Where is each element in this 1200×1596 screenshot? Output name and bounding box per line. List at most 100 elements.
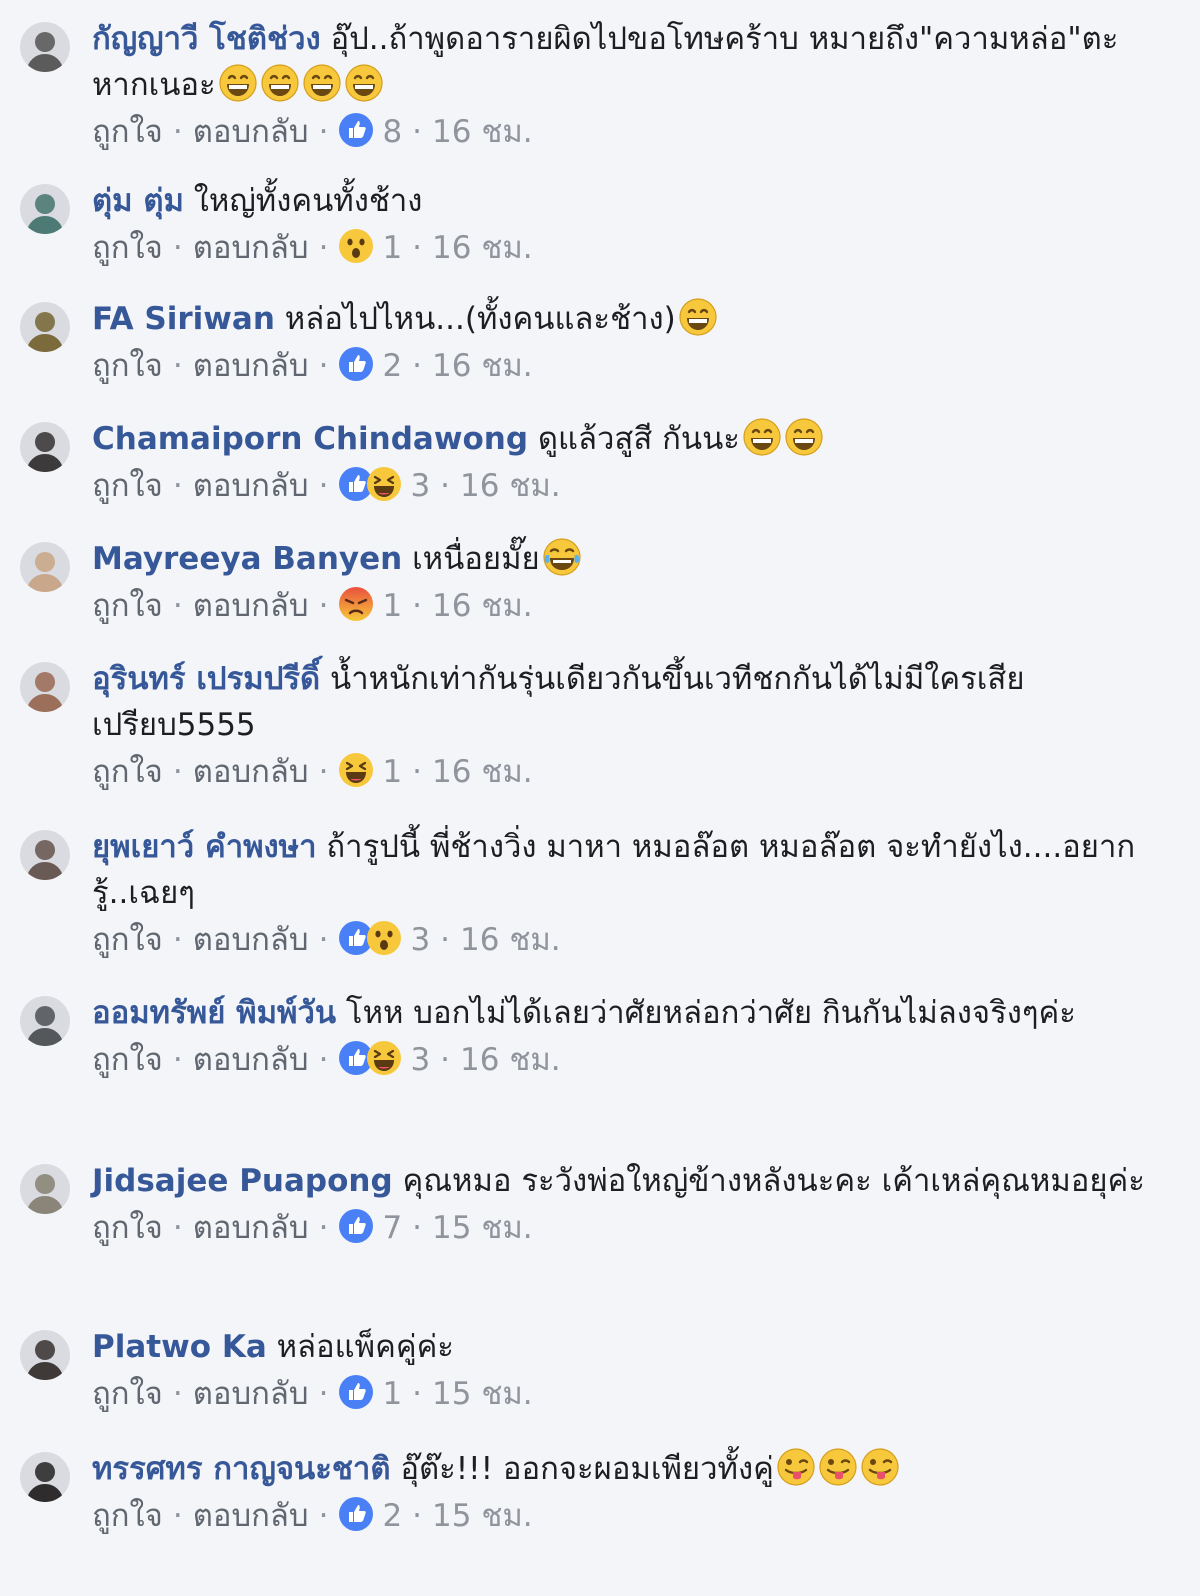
comment-message: อุ๊ต๊ะ!!! ออกจะผอมเพียวทั้งคู่ <box>400 1451 774 1487</box>
comment-body: อุรินทร์ เปรมปรีดิ์ น้ำหนักเท่ากันรุ่นเด… <box>92 656 1172 794</box>
avatar[interactable] <box>20 1164 70 1214</box>
comment-author[interactable]: อุรินทร์ เปรมปรีดิ์ <box>92 661 320 697</box>
like-link[interactable]: ถูกใจ <box>92 1376 163 1412</box>
reaction-count[interactable]: 1 <box>382 230 402 266</box>
avatar[interactable] <box>20 1452 70 1502</box>
avatar[interactable] <box>20 830 70 880</box>
like-link[interactable]: ถูกใจ <box>92 1498 163 1534</box>
comment-text: ยุพเยาว์ คำพงษา ถ้ารูปนี้ พี่ช้างวิ่ง มา… <box>92 824 1172 916</box>
comment-author[interactable]: ทรรศทร กาญจนะชาติ <box>92 1451 390 1487</box>
comment-author[interactable]: ออมทรัพย์ พิมพ์วัน <box>92 995 336 1031</box>
reply-link[interactable]: ตอบกลับ <box>193 588 309 624</box>
reply-link[interactable]: ตอบกลับ <box>193 1042 309 1078</box>
separator-dot: · <box>172 1376 183 1412</box>
reply-link[interactable]: ตอบกลับ <box>193 922 309 958</box>
comment-message: คุณหมอ ระวังพ่อใหญ่ข้างหลังนะคะ เค้าเหล่… <box>402 1163 1145 1199</box>
reaction-count[interactable]: 1 <box>382 1376 402 1412</box>
comment-author[interactable]: FA Siriwan <box>92 301 275 337</box>
comment-text: FA Siriwan หล่อไปไหน...(ทั้งคนและช้าง) <box>92 296 1172 342</box>
separator-dot: · <box>172 922 183 958</box>
comment-body: ยุพเยาว์ คำพงษา ถ้ารูปนี้ พี่ช้างวิ่ง มา… <box>92 824 1172 962</box>
comment-author[interactable]: Mayreeya Banyen <box>92 541 402 577</box>
comment-author[interactable]: Platwo Ka <box>92 1329 267 1365</box>
separator-dot: · <box>412 1376 423 1412</box>
reply-link[interactable]: ตอบกลับ <box>193 468 309 504</box>
comment-timestamp[interactable]: 15 ชม. <box>432 1210 533 1246</box>
like-link[interactable]: ถูกใจ <box>92 922 163 958</box>
like-reaction-icon[interactable] <box>338 112 374 148</box>
reaction-count[interactable]: 3 <box>410 922 430 958</box>
reply-link[interactable]: ตอบกลับ <box>193 1210 309 1246</box>
comment-text: Platwo Ka หล่อแพ็คคู่ค่ะ <box>92 1324 1172 1370</box>
reply-link[interactable]: ตอบกลับ <box>193 1498 309 1534</box>
reaction-count[interactable]: 3 <box>410 1042 430 1078</box>
avatar[interactable] <box>20 422 70 472</box>
comment-timestamp[interactable]: 15 ชม. <box>432 1498 533 1534</box>
like-link[interactable]: ถูกใจ <box>92 754 163 790</box>
separator-dot: · <box>412 230 423 266</box>
comment-text: ตุ่ม ตุ่ม ใหญ่ทั้งคนทั้งช้าง <box>92 178 1172 224</box>
reply-link[interactable]: ตอบกลับ <box>193 1376 309 1412</box>
reaction-count[interactable]: 7 <box>382 1210 402 1246</box>
comment-text: ออมทรัพย์ พิมพ์วัน โหห บอกไม่ได้เลยว่าศั… <box>92 990 1172 1036</box>
like-link[interactable]: ถูกใจ <box>92 114 163 150</box>
like-reaction-icon[interactable] <box>338 1374 374 1410</box>
comment-actions: ถูกใจ · ตอบกลับ · 2 · 16 ชม. <box>92 344 1172 388</box>
like-link[interactable]: ถูกใจ <box>92 348 163 384</box>
comment-author[interactable]: ยุพเยาว์ คำพงษา <box>92 829 317 865</box>
comment-timestamp[interactable]: 16 ชม. <box>432 754 533 790</box>
like-link[interactable]: ถูกใจ <box>92 1042 163 1078</box>
avatar[interactable] <box>20 1330 70 1380</box>
reply-link[interactable]: ตอบกลับ <box>193 754 309 790</box>
like-link[interactable]: ถูกใจ <box>92 588 163 624</box>
like-link[interactable]: ถูกใจ <box>92 1210 163 1246</box>
wow-reaction-icon[interactable] <box>338 228 374 264</box>
avatar[interactable] <box>20 302 70 352</box>
avatar[interactable] <box>20 542 70 592</box>
tongue-wink-emoji <box>818 1447 858 1487</box>
haha-reaction-icon[interactable] <box>366 466 402 502</box>
separator-dot: · <box>440 1042 451 1078</box>
reaction-count[interactable]: 2 <box>382 1498 402 1534</box>
comment-list: กัญญาวี โชติช่วง อุ๊ป..ถ้าพูดอารายผิดไปข… <box>0 0 1200 1596</box>
like-reaction-icon[interactable] <box>338 1496 374 1532</box>
haha-reaction-icon[interactable] <box>338 752 374 788</box>
avatar[interactable] <box>20 184 70 234</box>
comment-actions: ถูกใจ · ตอบกลับ · 3 · 16 ชม. <box>92 1038 1172 1082</box>
comment-author[interactable]: กัญญาวี โชติช่วง <box>92 21 321 57</box>
reaction-count[interactable]: 3 <box>410 468 430 504</box>
reaction-count[interactable]: 8 <box>382 114 402 150</box>
comment-timestamp[interactable]: 16 ชม. <box>432 230 533 266</box>
like-link[interactable]: ถูกใจ <box>92 230 163 266</box>
comment-timestamp[interactable]: 16 ชม. <box>432 588 533 624</box>
like-reaction-icon[interactable] <box>338 1208 374 1244</box>
reply-link[interactable]: ตอบกลับ <box>193 348 309 384</box>
comment-timestamp[interactable]: 15 ชม. <box>432 1376 533 1412</box>
avatar[interactable] <box>20 662 70 712</box>
reaction-count[interactable]: 1 <box>382 754 402 790</box>
reply-link[interactable]: ตอบกลับ <box>193 114 309 150</box>
haha-reaction-icon[interactable] <box>366 1040 402 1076</box>
comment-timestamp[interactable]: 16 ชม. <box>460 922 561 958</box>
comment-author[interactable]: Jidsajee Puapong <box>92 1163 393 1199</box>
comment-body: ทรรศทร กาญจนะชาติ อุ๊ต๊ะ!!! ออกจะผอมเพีย… <box>92 1446 1172 1538</box>
like-link[interactable]: ถูกใจ <box>92 468 163 504</box>
comment-timestamp[interactable]: 16 ชม. <box>432 114 533 150</box>
reaction-count[interactable]: 1 <box>382 588 402 624</box>
reaction-count[interactable]: 2 <box>382 348 402 384</box>
comment-text: กัญญาวี โชติช่วง อุ๊ป..ถ้าพูดอารายผิดไปข… <box>92 16 1172 108</box>
comment-timestamp[interactable]: 16 ชม. <box>432 348 533 384</box>
avatar[interactable] <box>20 22 70 72</box>
tongue-wink-emoji <box>860 1447 900 1487</box>
like-reaction-icon[interactable] <box>338 346 374 382</box>
separator-dot: · <box>412 114 423 150</box>
comment-message: หล่อแพ็คคู่ค่ะ <box>276 1329 454 1365</box>
wow-reaction-icon[interactable] <box>366 920 402 956</box>
avatar[interactable] <box>20 996 70 1046</box>
reply-link[interactable]: ตอบกลับ <box>193 230 309 266</box>
comment-author[interactable]: Chamaiporn Chindawong <box>92 421 528 457</box>
comment-author[interactable]: ตุ่ม ตุ่ม <box>92 183 184 219</box>
angry-reaction-icon[interactable] <box>338 586 374 622</box>
comment-timestamp[interactable]: 16 ชม. <box>460 468 561 504</box>
comment-timestamp[interactable]: 16 ชม. <box>460 1042 561 1078</box>
